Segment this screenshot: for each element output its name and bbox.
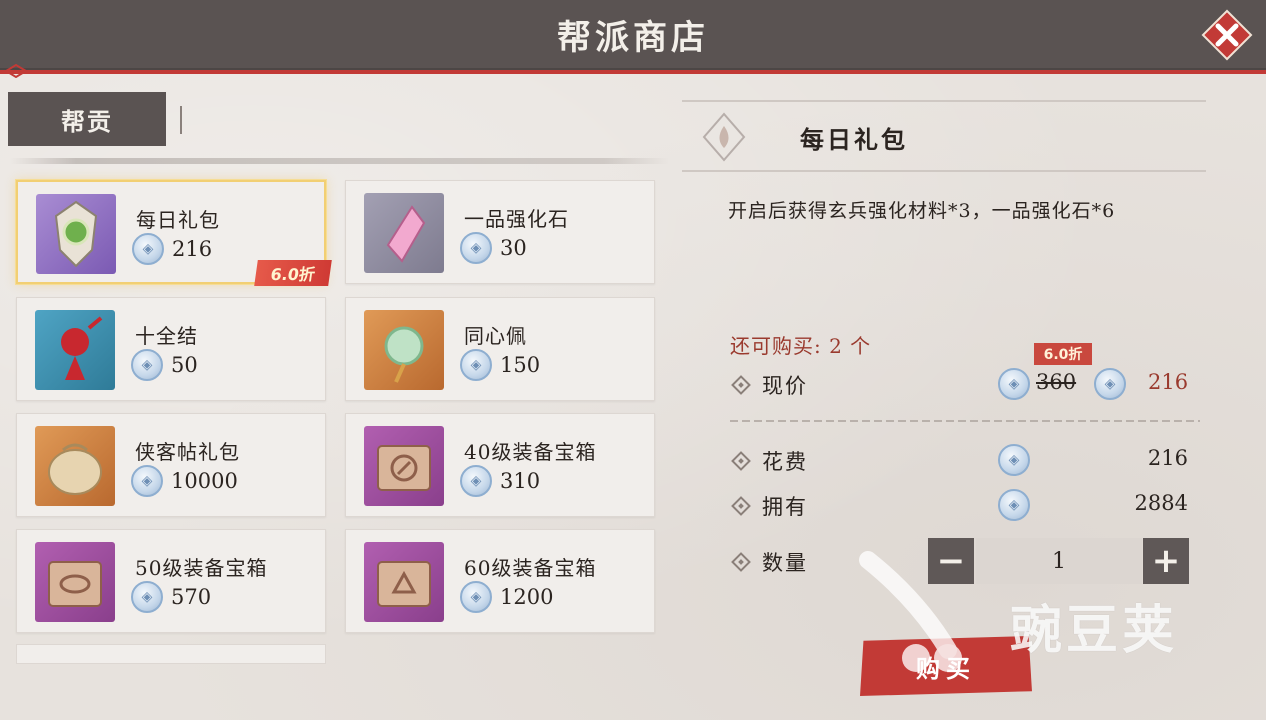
cost-row-label: 花费 [731, 446, 808, 476]
detail-line-bottom [682, 170, 1206, 172]
diamond-bullet-icon [731, 552, 751, 572]
guild-coin-icon: ◈ [131, 349, 163, 381]
cost-value: 216 [1147, 446, 1188, 470]
discount-badge: 6.0折 [254, 260, 332, 286]
header-red-line [0, 70, 1266, 74]
page-title: 帮派商店 [557, 18, 709, 58]
guild-coin-icon: ◈ [460, 465, 492, 497]
diamond-bullet-icon [731, 451, 751, 471]
gift-bag-icon [35, 426, 115, 506]
item-name: 40级装备宝箱 [464, 440, 597, 464]
shop-item-lv40-chest[interactable]: 40级装备宝箱 ◈ 310 [345, 413, 655, 517]
shop-item-daily-gift[interactable]: 每日礼包 ◈ 216 6.0折 [16, 180, 332, 286]
tab-divider [180, 106, 182, 134]
guild-coin-icon: ◈ [131, 581, 163, 613]
guild-coin-icon: ◈ [131, 465, 163, 497]
section-divider [10, 158, 670, 164]
tab-label: 帮贡 [61, 106, 113, 136]
guild-coin-icon: ◈ [460, 581, 492, 613]
detail-title: 每日礼包 [800, 125, 908, 154]
own-value: 2884 [1134, 491, 1188, 515]
discount-tag: 6.0折 [1034, 343, 1092, 365]
treasure-chest-icon [35, 542, 115, 622]
guild-coin-icon: ◈ [998, 444, 1030, 476]
item-name: 50级装备宝箱 [135, 556, 268, 580]
close-icon [1201, 9, 1253, 61]
item-price: ◈ 216 [132, 232, 212, 266]
jade-pendant-icon [364, 310, 444, 390]
shop-item-partial[interactable] [16, 644, 326, 664]
diamond-ornament-icon [702, 112, 746, 162]
item-price: ◈ 1200 [460, 580, 553, 614]
guild-coin-icon: ◈ [460, 232, 492, 264]
buy-button[interactable]: 购买 [860, 636, 1032, 696]
quantity-value[interactable]: 1 [976, 538, 1142, 584]
guild-coin-icon: ◈ [998, 368, 1030, 400]
shop-item-jade-pendant[interactable]: 同心佩 ◈ 150 [345, 297, 655, 401]
own-row-label: 拥有 [731, 491, 808, 521]
guild-coin-icon: ◈ [460, 349, 492, 381]
detail-description: 开启后获得玄兵强化材料*3，一品强化石*6 [728, 200, 1116, 222]
item-name: 每日礼包 [136, 208, 220, 232]
buy-button-label: 购买 [916, 653, 976, 683]
item-price: ◈ 570 [131, 580, 211, 614]
gem-stone-icon [364, 193, 444, 273]
item-price: ◈ 10000 [131, 464, 238, 498]
item-name: 同心佩 [464, 324, 527, 348]
item-price: ◈ 50 [131, 348, 198, 382]
header-bar: 帮派商店 [0, 0, 1266, 70]
treasure-chest-icon [364, 542, 444, 622]
quantity-decrease-button[interactable]: − [928, 538, 974, 584]
item-name: 侠客帖礼包 [135, 440, 240, 464]
quantity-increase-button[interactable]: + [1143, 538, 1189, 584]
diamond-bullet-icon [731, 375, 751, 395]
detail-line-top [682, 100, 1206, 102]
header-ornament-icon [6, 64, 46, 78]
item-name: 60级装备宝箱 [464, 556, 597, 580]
tab-guild-contribution[interactable]: 帮贡 [8, 92, 166, 146]
item-name: 一品强化石 [464, 207, 569, 231]
item-price: ◈ 310 [460, 464, 540, 498]
diamond-bullet-icon [731, 496, 751, 516]
quantity-row-label: 数量 [731, 547, 808, 577]
original-price: 360 [1036, 370, 1077, 394]
detail-divider [730, 420, 1200, 422]
shop-item-knot[interactable]: 十全结 ◈ 50 [16, 297, 326, 401]
shop-item-lv60-chest[interactable]: 60级装备宝箱 ◈ 1200 [345, 529, 655, 633]
treasure-chest-icon [364, 426, 444, 506]
guild-coin-icon: ◈ [132, 233, 164, 265]
shop-item-hero-bag[interactable]: 侠客帖礼包 ◈ 10000 [16, 413, 326, 517]
item-price: ◈ 30 [460, 231, 527, 265]
discounted-price: 216 [1148, 370, 1189, 394]
item-price: ◈ 150 [460, 348, 540, 382]
red-knot-icon [35, 310, 115, 390]
shop-item-strengthen-stone[interactable]: 一品强化石 ◈ 30 [345, 180, 655, 284]
close-button[interactable] [1200, 8, 1254, 62]
shop-item-lv50-chest[interactable]: 50级装备宝箱 ◈ 570 [16, 529, 326, 633]
daily-gift-icon [36, 194, 116, 274]
remaining-purchases: 还可购买: 2 个 [730, 334, 872, 358]
guild-coin-icon: ◈ [1094, 368, 1126, 400]
item-name: 十全结 [135, 324, 198, 348]
price-row-label: 现价 [731, 370, 808, 400]
guild-coin-icon: ◈ [998, 489, 1030, 521]
